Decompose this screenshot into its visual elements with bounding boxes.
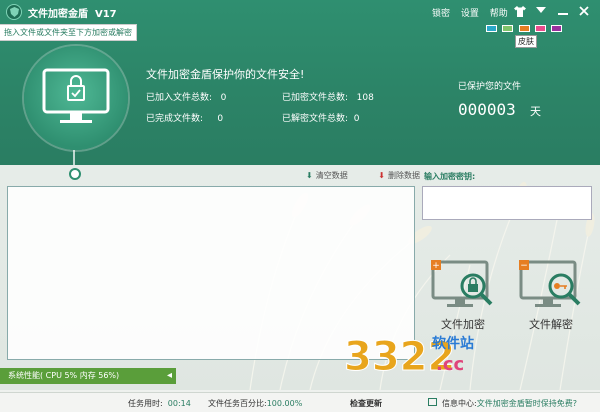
arrow-down-icon: ⬇	[306, 171, 313, 180]
title-links: 锁密 设置 帮助	[432, 6, 516, 19]
lock-link[interactable]: 锁密	[432, 9, 450, 19]
key-input[interactable]	[422, 186, 592, 220]
close-icon[interactable]	[575, 2, 593, 20]
encrypt-icon: +	[431, 260, 493, 307]
stat-label: 已加密文件总数:	[282, 93, 349, 103]
mail-icon	[428, 398, 437, 406]
performance-bar: 系统性能( CPU 5% 内存 56%) ◂	[0, 368, 176, 384]
info-center: 信息中心:文件加密金盾暂时保持免费?	[442, 398, 577, 409]
stat-label: 已解密文件总数:	[282, 114, 349, 124]
key-label: 输入加密密钥:	[424, 172, 476, 181]
info-center-label: 信息中心:	[442, 399, 477, 408]
app-title: 文件加密金盾 V17	[28, 5, 117, 20]
stat-label: 已完成文件数:	[146, 114, 204, 124]
header-panel: 文件加密金盾 V17 锁密 设置 帮助 皮肤 拖入文件或文件夹至下方加密或解密 …	[0, 0, 600, 165]
task-time: 任务用时: 00:14	[128, 398, 191, 409]
skin-swatch-orange[interactable]	[519, 25, 530, 32]
stat-value: 0	[220, 93, 227, 103]
skin-swatch-purple[interactable]	[551, 25, 562, 32]
protected-unit: 天	[530, 105, 541, 118]
shield-logo-icon	[6, 4, 22, 20]
protected-days: 000003	[458, 100, 516, 119]
stat-value: 0	[353, 114, 360, 124]
protected-label: 已保护您的文件	[458, 82, 522, 92]
task-time-label: 任务用时:	[128, 399, 163, 408]
drag-hint: 拖入文件或文件夹至下方加密或解密	[0, 24, 137, 41]
help-link[interactable]: 帮助	[490, 9, 508, 19]
task-time-value: 00:14	[167, 399, 191, 408]
info-center-link[interactable]: 文件加密金盾暂时保持免费?	[477, 399, 577, 408]
shirt-icon[interactable]	[511, 2, 529, 20]
arrow-down-red-icon: ⬇	[378, 171, 385, 180]
check-update-link[interactable]: 检查更新	[350, 398, 382, 409]
menu-dropdown-icon[interactable]	[532, 2, 550, 20]
svg-text:+: +	[432, 261, 440, 271]
encrypt-file-button[interactable]: + 文件加密	[428, 258, 498, 334]
clear-data-action[interactable]: ⬇ 清空数据	[306, 171, 362, 180]
decrypt-file-button[interactable]: − 文件解密	[516, 258, 586, 334]
watermark-site: 软件站	[432, 335, 474, 352]
stat-encrypted-total: 已加密文件总数: 108	[282, 90, 374, 103]
stat-added-total: 已加入文件总数: 0	[146, 90, 226, 103]
stat-value: 108	[356, 93, 374, 103]
task-progress: 文件任务百分比:100.00%	[208, 398, 302, 409]
arrow-left-icon[interactable]: ◂	[167, 368, 172, 384]
locked-monitor-icon	[42, 68, 110, 123]
watermark-logo: 3322 软件站 .cc	[340, 324, 490, 381]
task-progress-value: 100.00%	[266, 399, 303, 408]
clear-data-label: 清空数据	[315, 171, 348, 180]
title-bar: 文件加密金盾 V17 锁密 设置 帮助	[0, 0, 600, 24]
stat-value: 0	[217, 114, 224, 124]
status-bar: 任务用时: 00:14 文件任务百分比:100.00% 检查更新 信息中心:文件…	[0, 392, 600, 412]
skin-swatch-blue[interactable]	[486, 25, 497, 32]
settings-link[interactable]: 设置	[461, 9, 479, 19]
watermark-domain: .cc	[436, 354, 464, 375]
decrypt-label: 文件解密	[529, 318, 573, 331]
monitor-badge	[24, 46, 128, 150]
svg-text:−: −	[520, 261, 528, 271]
minimize-icon[interactable]	[554, 2, 572, 20]
stat-label: 已加入文件总数:	[146, 93, 213, 103]
headline: 文件加密金盾保护你的文件安全!	[146, 68, 305, 81]
stat-decrypted-total: 已解密文件总数: 0	[282, 111, 360, 124]
decrypt-icon: −	[519, 260, 581, 307]
skin-swatch-pink[interactable]	[535, 25, 546, 32]
connector-dot	[69, 168, 81, 180]
delete-data-label: 删除数据	[387, 171, 420, 180]
performance-text: 系统性能( CPU 5% 内存 56%)	[8, 371, 120, 380]
app-name: 文件加密金盾	[28, 9, 88, 20]
stat-completed: 已完成文件数: 0	[146, 111, 223, 124]
app-window: 文件加密金盾 V17 锁密 设置 帮助 皮肤 拖入文件或文件夹至下方加密或解密 …	[0, 0, 600, 412]
task-progress-label: 文件任务百分比:	[208, 399, 267, 408]
skin-tooltip: 皮肤	[515, 35, 537, 48]
app-version: V17	[94, 9, 117, 20]
skin-swatch-green[interactable]	[502, 25, 513, 32]
